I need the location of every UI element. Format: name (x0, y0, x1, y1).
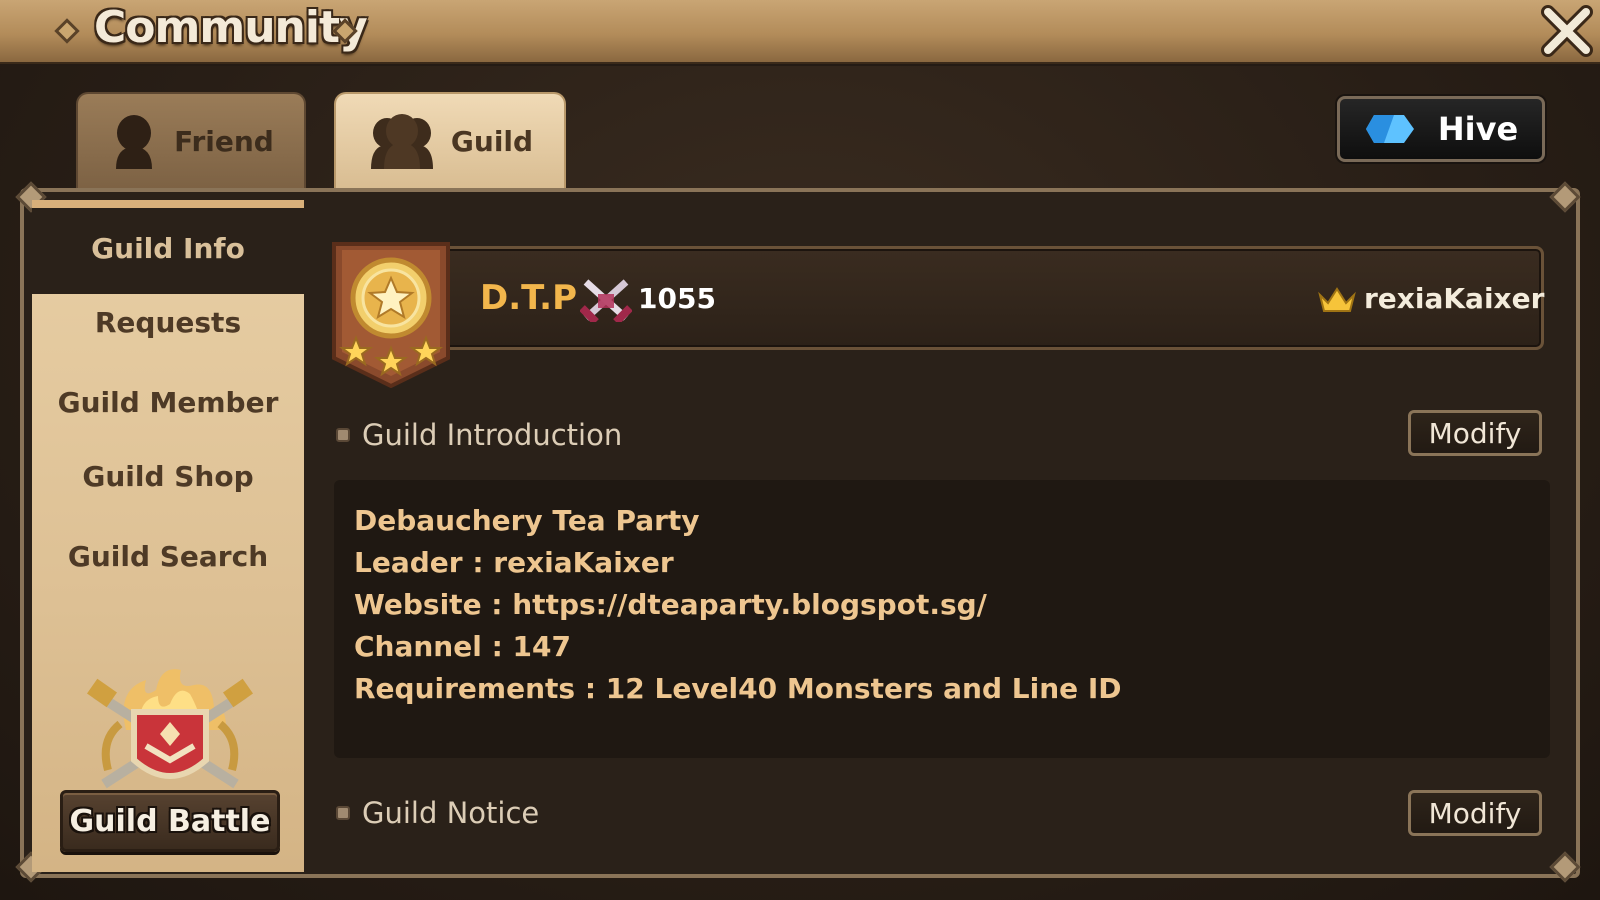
friend-silhouette-icon (116, 115, 153, 169)
tab-friend[interactable]: Friend (76, 92, 306, 188)
sidebar-item-guild-member[interactable]: Guild Member (32, 386, 304, 419)
modify-notice-button[interactable]: Modify (1408, 790, 1542, 836)
guild-introduction-heading: Guild Introduction (362, 418, 623, 452)
modify-label: Modify (1428, 416, 1522, 450)
hive-button[interactable]: Hive (1337, 96, 1545, 162)
tab-guild-label: Guild (450, 124, 534, 158)
section-bullet-icon (336, 806, 350, 820)
intro-line-website: Website : https://dteaparty.blogspot.sg/ (354, 588, 987, 621)
crossed-swords-icon (580, 279, 632, 322)
sidebar-item-guild-search[interactable]: Guild Search (32, 540, 304, 573)
title-diamond-left-icon (54, 18, 80, 44)
hive-logo-icon (1365, 115, 1414, 143)
sidebar-top-bar (32, 200, 304, 208)
sidebar-item-guild-info[interactable]: Guild Info (32, 232, 304, 265)
modify-label: Modify (1428, 796, 1522, 830)
guild-battle-emblem-icon (87, 669, 253, 789)
guild-battle-button[interactable]: Guild Battle (60, 790, 280, 852)
section-bullet-icon (336, 428, 350, 442)
title-bar: Community (0, 0, 1600, 64)
tab-guild[interactable]: Guild (334, 92, 566, 188)
guild-points: 1055 (638, 282, 716, 315)
guild-leader-name: rexiaKaixer (1364, 282, 1545, 315)
sidebar-item-requests[interactable]: Requests (32, 306, 304, 339)
close-icon (1541, 5, 1593, 57)
hive-label: Hive (1437, 110, 1519, 148)
guild-badge-icon (332, 242, 450, 388)
window-title: Community (94, 2, 368, 53)
intro-line: Channel : 147 (354, 630, 571, 663)
guild-notice-heading: Guild Notice (362, 796, 540, 830)
intro-line: Requirements : 12 Level40 Monsters and L… (354, 672, 1122, 705)
intro-line: Leader : rexiaKaixer (354, 546, 674, 579)
guild-battle-label: Guild Battle (69, 803, 271, 839)
close-button[interactable] (1540, 4, 1594, 58)
modify-introduction-button[interactable]: Modify (1408, 410, 1542, 456)
sidebar-item-guild-shop[interactable]: Guild Shop (32, 460, 304, 493)
intro-line: Debauchery Tea Party (354, 504, 700, 537)
tab-friend-label: Friend (174, 124, 274, 158)
guild-name: D.T.P (480, 278, 578, 318)
guild-silhouette-icon (370, 114, 433, 169)
crown-icon (1318, 287, 1356, 312)
